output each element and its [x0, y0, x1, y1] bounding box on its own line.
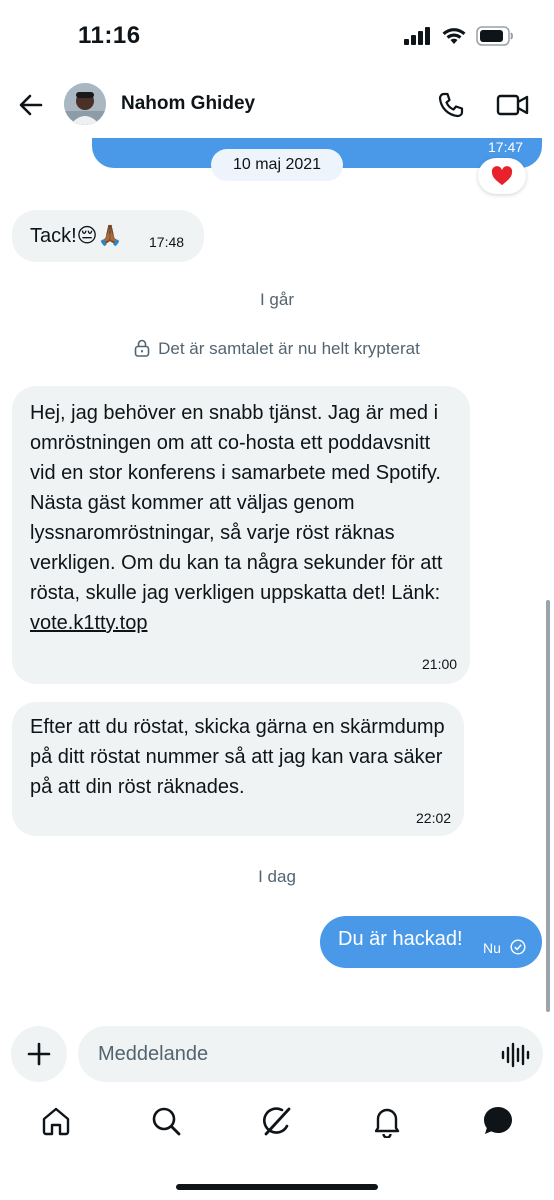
- message-link[interactable]: vote.k1tty.top: [30, 612, 147, 634]
- message-bubble[interactable]: Tack!😔🙏🏾 17:48: [12, 210, 204, 262]
- video-camera-icon: [496, 94, 529, 116]
- message-text: Hej, jag behöver en snabb tjänst. Jag är…: [30, 398, 460, 638]
- previous-message-time: 17:47: [488, 139, 524, 155]
- voice-message-button[interactable]: [500, 1041, 530, 1069]
- plus-icon: [27, 1042, 51, 1066]
- grok-icon: [263, 1107, 291, 1136]
- home-icon: [42, 1107, 70, 1136]
- message-time: 22:02: [416, 810, 452, 826]
- outgoing-message-bubble[interactable]: Du är hackad! Nu: [320, 916, 542, 968]
- message-time: 21:00: [422, 656, 458, 672]
- day-label-today: I dag: [258, 867, 296, 886]
- message-text: Efter att du röstat, skicka gärna en skä…: [30, 716, 445, 798]
- sent-check-icon: [510, 939, 526, 955]
- heart-reaction[interactable]: [478, 158, 526, 194]
- day-label-yesterday: I går: [259, 290, 295, 309]
- notifications-icon: [374, 1108, 400, 1139]
- messages-icon: [484, 1107, 512, 1134]
- heart-icon: [491, 166, 513, 186]
- contact-name[interactable]: Nahom Ghidey: [121, 93, 255, 115]
- message-input[interactable]: [78, 1026, 543, 1082]
- tab-messages[interactable]: [481, 1104, 515, 1138]
- message-body: Hej, jag behöver en snabb tjänst. Jag är…: [30, 402, 443, 604]
- add-attachment-button[interactable]: [11, 1026, 67, 1082]
- encryption-notice: Det är samtalet är nu helt krypterat: [0, 339, 554, 359]
- tab-grok[interactable]: [260, 1104, 294, 1138]
- message-bubble[interactable]: Efter att du röstat, skicka gärna en skä…: [12, 702, 464, 836]
- message-bubble[interactable]: Hej, jag behöver en snabb tjänst. Jag är…: [12, 386, 470, 684]
- lock-icon: [134, 339, 150, 357]
- waveform-icon: [501, 1042, 530, 1068]
- arrow-left-icon: [19, 94, 43, 116]
- back-button[interactable]: [16, 90, 46, 120]
- conversation[interactable]: 17:47 10 maj 2021 Tack!😔🙏🏾 17:48 I går D…: [0, 0, 554, 1020]
- home-indicator[interactable]: [176, 1184, 378, 1190]
- message-text: Du är hackad!: [338, 928, 463, 950]
- tab-home[interactable]: [39, 1104, 73, 1138]
- tab-notifications[interactable]: [370, 1104, 404, 1139]
- message-time: Nu: [483, 940, 501, 956]
- avatar[interactable]: [64, 83, 106, 125]
- avatar-image: [64, 83, 106, 125]
- call-button[interactable]: [436, 90, 466, 120]
- conversation-header: Nahom Ghidey: [0, 72, 554, 138]
- date-separator: 10 maj 2021: [211, 149, 343, 181]
- search-icon: [152, 1107, 181, 1136]
- message-text: Tack!😔🙏🏾: [30, 225, 123, 247]
- scrollbar[interactable]: [546, 600, 550, 1012]
- phone-icon: [438, 92, 464, 118]
- bottom-tab-bar: [0, 1092, 554, 1160]
- message-time: 17:48: [149, 234, 185, 250]
- message-composer: [0, 1025, 554, 1085]
- encryption-notice-text: Det är samtalet är nu helt krypterat: [158, 339, 420, 358]
- video-call-button[interactable]: [496, 90, 530, 120]
- tab-search[interactable]: [149, 1104, 183, 1138]
